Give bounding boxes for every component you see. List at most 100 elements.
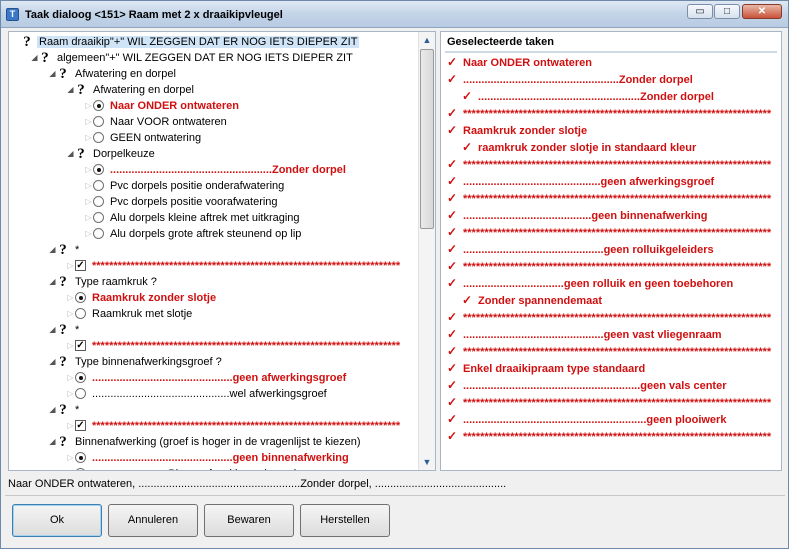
tree-row[interactable]: ▷ Raamkruk zonder slotje: [66, 290, 218, 306]
tree-row[interactable]: ▷.......................................…: [66, 386, 329, 402]
tree-row[interactable]: ▷ GEEN ontwatering: [84, 130, 203, 146]
tree-scrollbar[interactable]: ▲ ▼: [418, 32, 435, 470]
radio-button[interactable]: [93, 180, 104, 191]
tree-row[interactable]: ▷ Naar ONDER ontwateren: [84, 98, 241, 114]
tree-row[interactable]: ◢? *: [48, 322, 81, 338]
tree-row[interactable]: ▷ Alu dorpels kleine aftrek met uitkragin…: [84, 210, 302, 226]
tree-row[interactable]: ▷.......................................…: [66, 370, 348, 386]
radio-button[interactable]: [93, 132, 104, 143]
task-item-label: ........................................…: [463, 210, 708, 222]
task-item[interactable]: ✓.......................................…: [447, 411, 726, 427]
tree-row-label: Naar VOOR ontwateren: [110, 116, 227, 128]
task-item[interactable]: ✓ Naar ONDER ontwateren: [447, 54, 592, 70]
task-item[interactable]: ✓ ***************************************…: [447, 190, 771, 206]
task-item-label: ****************************************…: [463, 227, 772, 239]
tree-row[interactable]: ▷ Pvc dorpels positie onderafwatering: [84, 178, 286, 194]
task-item[interactable]: ✓.......................................…: [447, 326, 722, 342]
task-item[interactable]: ✓ Zonder spannendemaat: [462, 292, 602, 308]
maximize-button[interactable]: □: [714, 4, 740, 19]
tree-row[interactable]: ▷.......................................…: [84, 162, 348, 178]
tree-row[interactable]: ▷ Pvc dorpels positie voorafwatering: [84, 194, 280, 210]
radio-button[interactable]: [93, 164, 104, 175]
radio-button[interactable]: [93, 228, 104, 239]
expand-arrow-icon[interactable]: ◢: [48, 66, 57, 82]
radio-button[interactable]: [75, 292, 86, 303]
task-item[interactable]: ✓ Enkel draaikipraam type standaard: [447, 360, 645, 376]
task-item[interactable]: ✓ Raamkruk zonder slotje: [447, 122, 587, 138]
tree-row[interactable]: ▷ ✓ **************************************…: [66, 338, 402, 354]
scroll-down-icon[interactable]: ▼: [421, 456, 433, 468]
expand-arrow-icon[interactable]: ◢: [66, 146, 75, 162]
task-item-label: ........................................…: [478, 91, 714, 103]
minimize-button[interactable]: ▭: [687, 4, 713, 19]
ok-button[interactable]: Ok: [12, 504, 102, 537]
expand-arrow-icon[interactable]: ◢: [30, 50, 39, 66]
tree-row[interactable]: ▷ Raamkruk met slotje: [66, 306, 194, 322]
tree-row[interactable]: ▷.......................................…: [66, 450, 351, 466]
task-item[interactable]: ✓ .................................geen r…: [447, 275, 733, 291]
tree-row[interactable]: ▷ Naar VOOR ontwateren: [84, 114, 229, 130]
task-item[interactable]: ✓.......................................…: [462, 88, 714, 104]
leaf-arrow-icon: ▷: [67, 421, 74, 430]
tree-row[interactable]: ? Raam draaikip"+" WIL ZEGGEN DAT ER NOG …: [12, 34, 360, 50]
tree-row[interactable]: ◢? Afwatering en dorpel: [66, 82, 196, 98]
tree-row[interactable]: ▷ ✓ **************************************…: [66, 418, 402, 434]
task-item[interactable]: ✓ raamkruk zonder slotje in standaard kle…: [462, 139, 696, 155]
expand-arrow-icon[interactable]: ◢: [48, 402, 57, 418]
task-item[interactable]: ✓ ***************************************…: [447, 224, 771, 240]
task-item[interactable]: ✓.......................................…: [447, 241, 714, 257]
task-item[interactable]: ✓ ***************************************…: [447, 258, 771, 274]
checkbox[interactable]: ✓: [75, 420, 86, 431]
tree-row[interactable]: ▷ Alu dorpels grote aftrek steunend op li…: [84, 226, 303, 242]
radio-button[interactable]: [93, 212, 104, 223]
scroll-thumb[interactable]: [420, 49, 434, 229]
expand-arrow-icon[interactable]: ◢: [48, 242, 57, 258]
radio-button[interactable]: [93, 116, 104, 127]
radio-button[interactable]: [93, 196, 104, 207]
expand-arrow-icon[interactable]: ◢: [48, 274, 57, 290]
radio-button[interactable]: [75, 308, 86, 319]
leaf-arrow-icon: ▷: [85, 197, 92, 206]
close-button[interactable]: ✕: [742, 4, 782, 19]
tree-row[interactable]: ▷ ✓ **************************************…: [66, 258, 402, 274]
title-bar[interactable]: T Taak dialoog <151> Raam met 2 x draaik…: [1, 1, 788, 28]
tree-row[interactable]: ◢? Afwatering en dorpel: [48, 66, 178, 82]
task-item[interactable]: ✓ ***************************************…: [447, 343, 771, 359]
expand-arrow-icon[interactable]: ◢: [48, 322, 57, 338]
task-item[interactable]: ✓ ***************************************…: [447, 309, 771, 325]
task-item[interactable]: ✓ ***************************************…: [447, 105, 771, 121]
task-item[interactable]: ✓.......................................…: [447, 173, 714, 189]
expand-arrow-icon[interactable]: ◢: [66, 82, 75, 98]
scroll-up-icon[interactable]: ▲: [421, 34, 433, 46]
checkbox[interactable]: ✓: [75, 260, 86, 271]
expand-arrow-icon[interactable]: ◢: [48, 354, 57, 370]
leaf-arrow-icon: ▷: [67, 389, 74, 398]
task-item[interactable]: ✓.......................................…: [447, 207, 708, 223]
task-item[interactable]: ✓ ***************************************…: [447, 428, 771, 444]
radio-button[interactable]: [75, 452, 86, 463]
tree-row[interactable]: ◢? Dorpelkeuze: [66, 146, 157, 162]
tree-row[interactable]: ▷ ........................ Binnenafwerkin…: [66, 466, 325, 470]
task-item[interactable]: ✓.......................................…: [447, 377, 726, 393]
task-item-label: ****************************************…: [463, 261, 772, 273]
radio-button[interactable]: [75, 388, 86, 399]
tree-row[interactable]: ◢? Binnenafwerking (groef is hoger in de …: [48, 434, 363, 450]
tree-row[interactable]: ◢? *: [48, 242, 81, 258]
save-button[interactable]: Bewaren: [204, 504, 294, 537]
tree-row[interactable]: ◢? algemeen"+" WIL ZEGGEN DAT ER NOG IETS…: [30, 50, 355, 66]
tree-row[interactable]: ◢? *: [48, 402, 81, 418]
tree-row[interactable]: ◢? Type binnenafwerkingsgroef ?: [48, 354, 224, 370]
checkbox[interactable]: ✓: [75, 340, 86, 351]
expand-arrow-icon[interactable]: ◢: [48, 434, 57, 450]
reset-button[interactable]: Herstellen: [300, 504, 390, 537]
radio-button[interactable]: [75, 372, 86, 383]
question-tree[interactable]: ? Raam draaikip"+" WIL ZEGGEN DAT ER NOG …: [8, 31, 436, 471]
task-item[interactable]: ✓.......................................…: [447, 71, 693, 87]
tree-row[interactable]: ◢? Type raamkruk ?: [48, 274, 159, 290]
radio-button[interactable]: [75, 468, 86, 470]
task-item[interactable]: ✓ ***************************************…: [447, 156, 771, 172]
cancel-button[interactable]: Annuleren: [108, 504, 198, 537]
radio-button[interactable]: [93, 100, 104, 111]
tree-row-label: Binnenafwerking (groef is hoger in de vr…: [75, 436, 361, 448]
task-item[interactable]: ✓ ***************************************…: [447, 394, 771, 410]
